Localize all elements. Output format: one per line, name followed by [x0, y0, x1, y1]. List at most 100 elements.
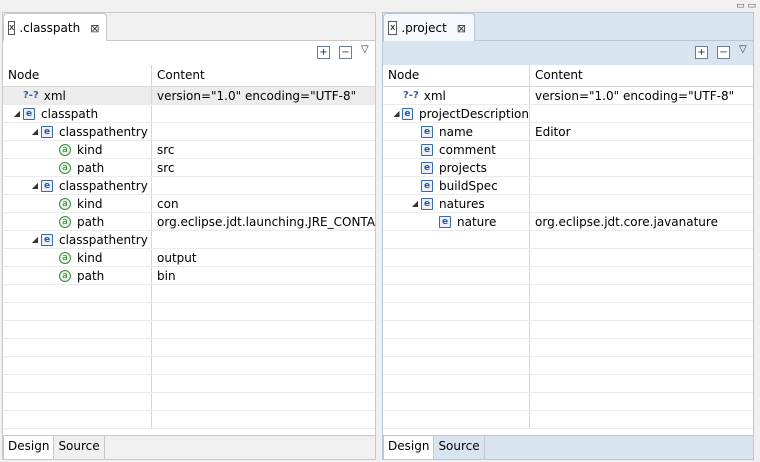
tree-row[interactable]: a kind src	[3, 141, 375, 159]
processing-instruction-icon: ?-?	[23, 90, 39, 101]
tree-row[interactable]: ◢ e classpathentry	[3, 177, 375, 195]
collapse-all-button[interactable]: −	[339, 46, 352, 59]
tree-row[interactable]: a path src	[3, 159, 375, 177]
element-icon: e	[401, 107, 413, 120]
attribute-icon: a	[59, 269, 71, 282]
expand-arrow-icon[interactable]: ◢	[29, 127, 41, 136]
node-cell: e projects	[383, 159, 530, 176]
empty-node-cell	[3, 339, 152, 356]
content-cell[interactable]: Editor	[530, 125, 753, 139]
close-icon[interactable]: ⊠	[90, 22, 99, 35]
tree-row[interactable]: e comment	[383, 141, 753, 159]
tree-row[interactable]: a kind con	[3, 195, 375, 213]
empty-node-cell	[383, 393, 530, 410]
node-cell: e nature	[383, 213, 530, 230]
element-icon: e	[421, 197, 433, 210]
node-label: buildSpec	[439, 178, 498, 193]
tab-source[interactable]: Source	[434, 436, 485, 459]
expand-arrow-icon[interactable]: ◢	[29, 181, 41, 190]
empty-row	[383, 375, 753, 393]
tree-row[interactable]: a kind output	[3, 249, 375, 267]
tree-row[interactable]: ◢ e classpathentry	[3, 231, 375, 249]
tree-row[interactable]: ◢ e natures	[383, 195, 753, 213]
empty-node-cell	[383, 321, 530, 338]
node-cell: e comment	[383, 141, 530, 158]
content-cell[interactable]: src	[152, 143, 375, 157]
element-icon: e	[41, 125, 53, 138]
tab-design[interactable]: Design	[383, 436, 435, 459]
empty-row	[383, 339, 753, 357]
tree-row[interactable]: ?-? xml version="1.0" encoding="UTF-8"	[383, 87, 753, 105]
view-menu-icon[interactable]: ▽	[739, 44, 747, 55]
node-label: kind	[77, 196, 103, 211]
tree-row[interactable]: a path bin	[3, 267, 375, 285]
empty-node-cell	[383, 267, 530, 284]
empty-node-cell	[383, 303, 530, 320]
element-icon: e	[421, 143, 433, 156]
element-icon: e	[421, 161, 433, 174]
node-label: xml	[43, 88, 66, 103]
tree-row[interactable]: e nature org.eclipse.jdt.core.javanature	[383, 213, 753, 231]
node-cell: ?-? xml	[383, 87, 530, 104]
node-cell: ?-? xml	[3, 87, 152, 104]
tab-design[interactable]: Design	[3, 436, 55, 459]
empty-node-cell	[3, 285, 152, 302]
element-icon: e	[421, 125, 433, 138]
node-cell: ◢ e classpathentry	[3, 177, 152, 194]
expand-arrow-icon[interactable]: ◢	[391, 109, 402, 118]
node-cell: a kind	[3, 195, 152, 212]
element-icon: e	[41, 233, 53, 246]
column-header-content[interactable]: Content	[530, 65, 583, 86]
empty-node-cell	[383, 375, 530, 392]
content-cell[interactable]: src	[152, 161, 375, 175]
editor-mode-tabs: Design Source	[3, 435, 375, 459]
empty-row	[3, 339, 375, 357]
empty-row	[383, 249, 753, 267]
column-header-node[interactable]: Node	[383, 65, 530, 86]
window-controls[interactable]: ▭ ▭	[736, 1, 756, 11]
attribute-icon: a	[59, 215, 71, 228]
node-label: classpathentry	[59, 232, 148, 247]
tree-row[interactable]: ◢ e classpathentry	[3, 123, 375, 141]
content-cell[interactable]: bin	[152, 269, 375, 283]
close-icon[interactable]: ⊠	[457, 22, 466, 35]
tree-row[interactable]: e projects	[383, 159, 753, 177]
empty-row	[383, 357, 753, 375]
content-cell[interactable]: output	[152, 251, 375, 265]
empty-node-cell	[3, 303, 152, 320]
xml-tree-table: Node Content ?-? xml version="1.0" encodin…	[3, 65, 375, 435]
expand-arrow-icon[interactable]: ◢	[11, 109, 23, 118]
view-menu-icon[interactable]: ▽	[361, 44, 369, 55]
tree-row[interactable]: ?-? xml version="1.0" encoding="UTF-8"	[3, 87, 375, 105]
content-cell[interactable]: version="1.0" encoding="UTF-8"	[530, 89, 753, 103]
node-label: classpathentry	[59, 124, 148, 139]
xml-tree-table: Node Content ?-? xml version="1.0" encodin…	[383, 65, 753, 434]
collapse-all-button[interactable]: −	[717, 46, 730, 59]
expand-all-button[interactable]: +	[317, 46, 330, 59]
content-cell[interactable]: con	[152, 197, 375, 211]
content-cell[interactable]: org.eclipse.jdt.core.javanature	[530, 215, 753, 229]
expand-arrow-icon[interactable]: ◢	[29, 235, 41, 244]
node-label: kind	[77, 250, 103, 265]
content-cell[interactable]: version="1.0" encoding="UTF-8"	[152, 89, 375, 103]
table-header: Node Content	[3, 65, 375, 87]
expand-arrow-icon[interactable]: ◢	[409, 199, 421, 208]
column-header-content[interactable]: Content	[152, 65, 205, 86]
node-label: nature	[457, 214, 497, 229]
tab-source[interactable]: Source	[54, 436, 105, 459]
tree-row[interactable]: e buildSpec	[383, 177, 753, 195]
column-header-node[interactable]: Node	[3, 65, 152, 86]
node-cell: e buildSpec	[383, 177, 530, 194]
tree-row[interactable]: ◢ e classpath	[3, 105, 375, 123]
tree-row[interactable]: e name Editor	[383, 123, 753, 141]
node-cell: ◢ e natures	[383, 195, 530, 212]
expand-all-button[interactable]: +	[695, 46, 708, 59]
empty-node-cell	[3, 321, 152, 338]
xml-file-icon: x	[8, 21, 16, 35]
tree-row[interactable]: ◢ e projectDescription	[383, 105, 753, 123]
content-cell[interactable]: org.eclipse.jdt.launching.JRE_CONTAI...	[152, 215, 375, 229]
tab-project[interactable]: x .project ⊠	[383, 13, 475, 42]
tab-classpath[interactable]: x .classpath ⊠	[3, 13, 107, 42]
node-cell: a path	[3, 267, 152, 284]
tree-row[interactable]: a path org.eclipse.jdt.launching.JRE_CONTA…	[3, 213, 375, 231]
